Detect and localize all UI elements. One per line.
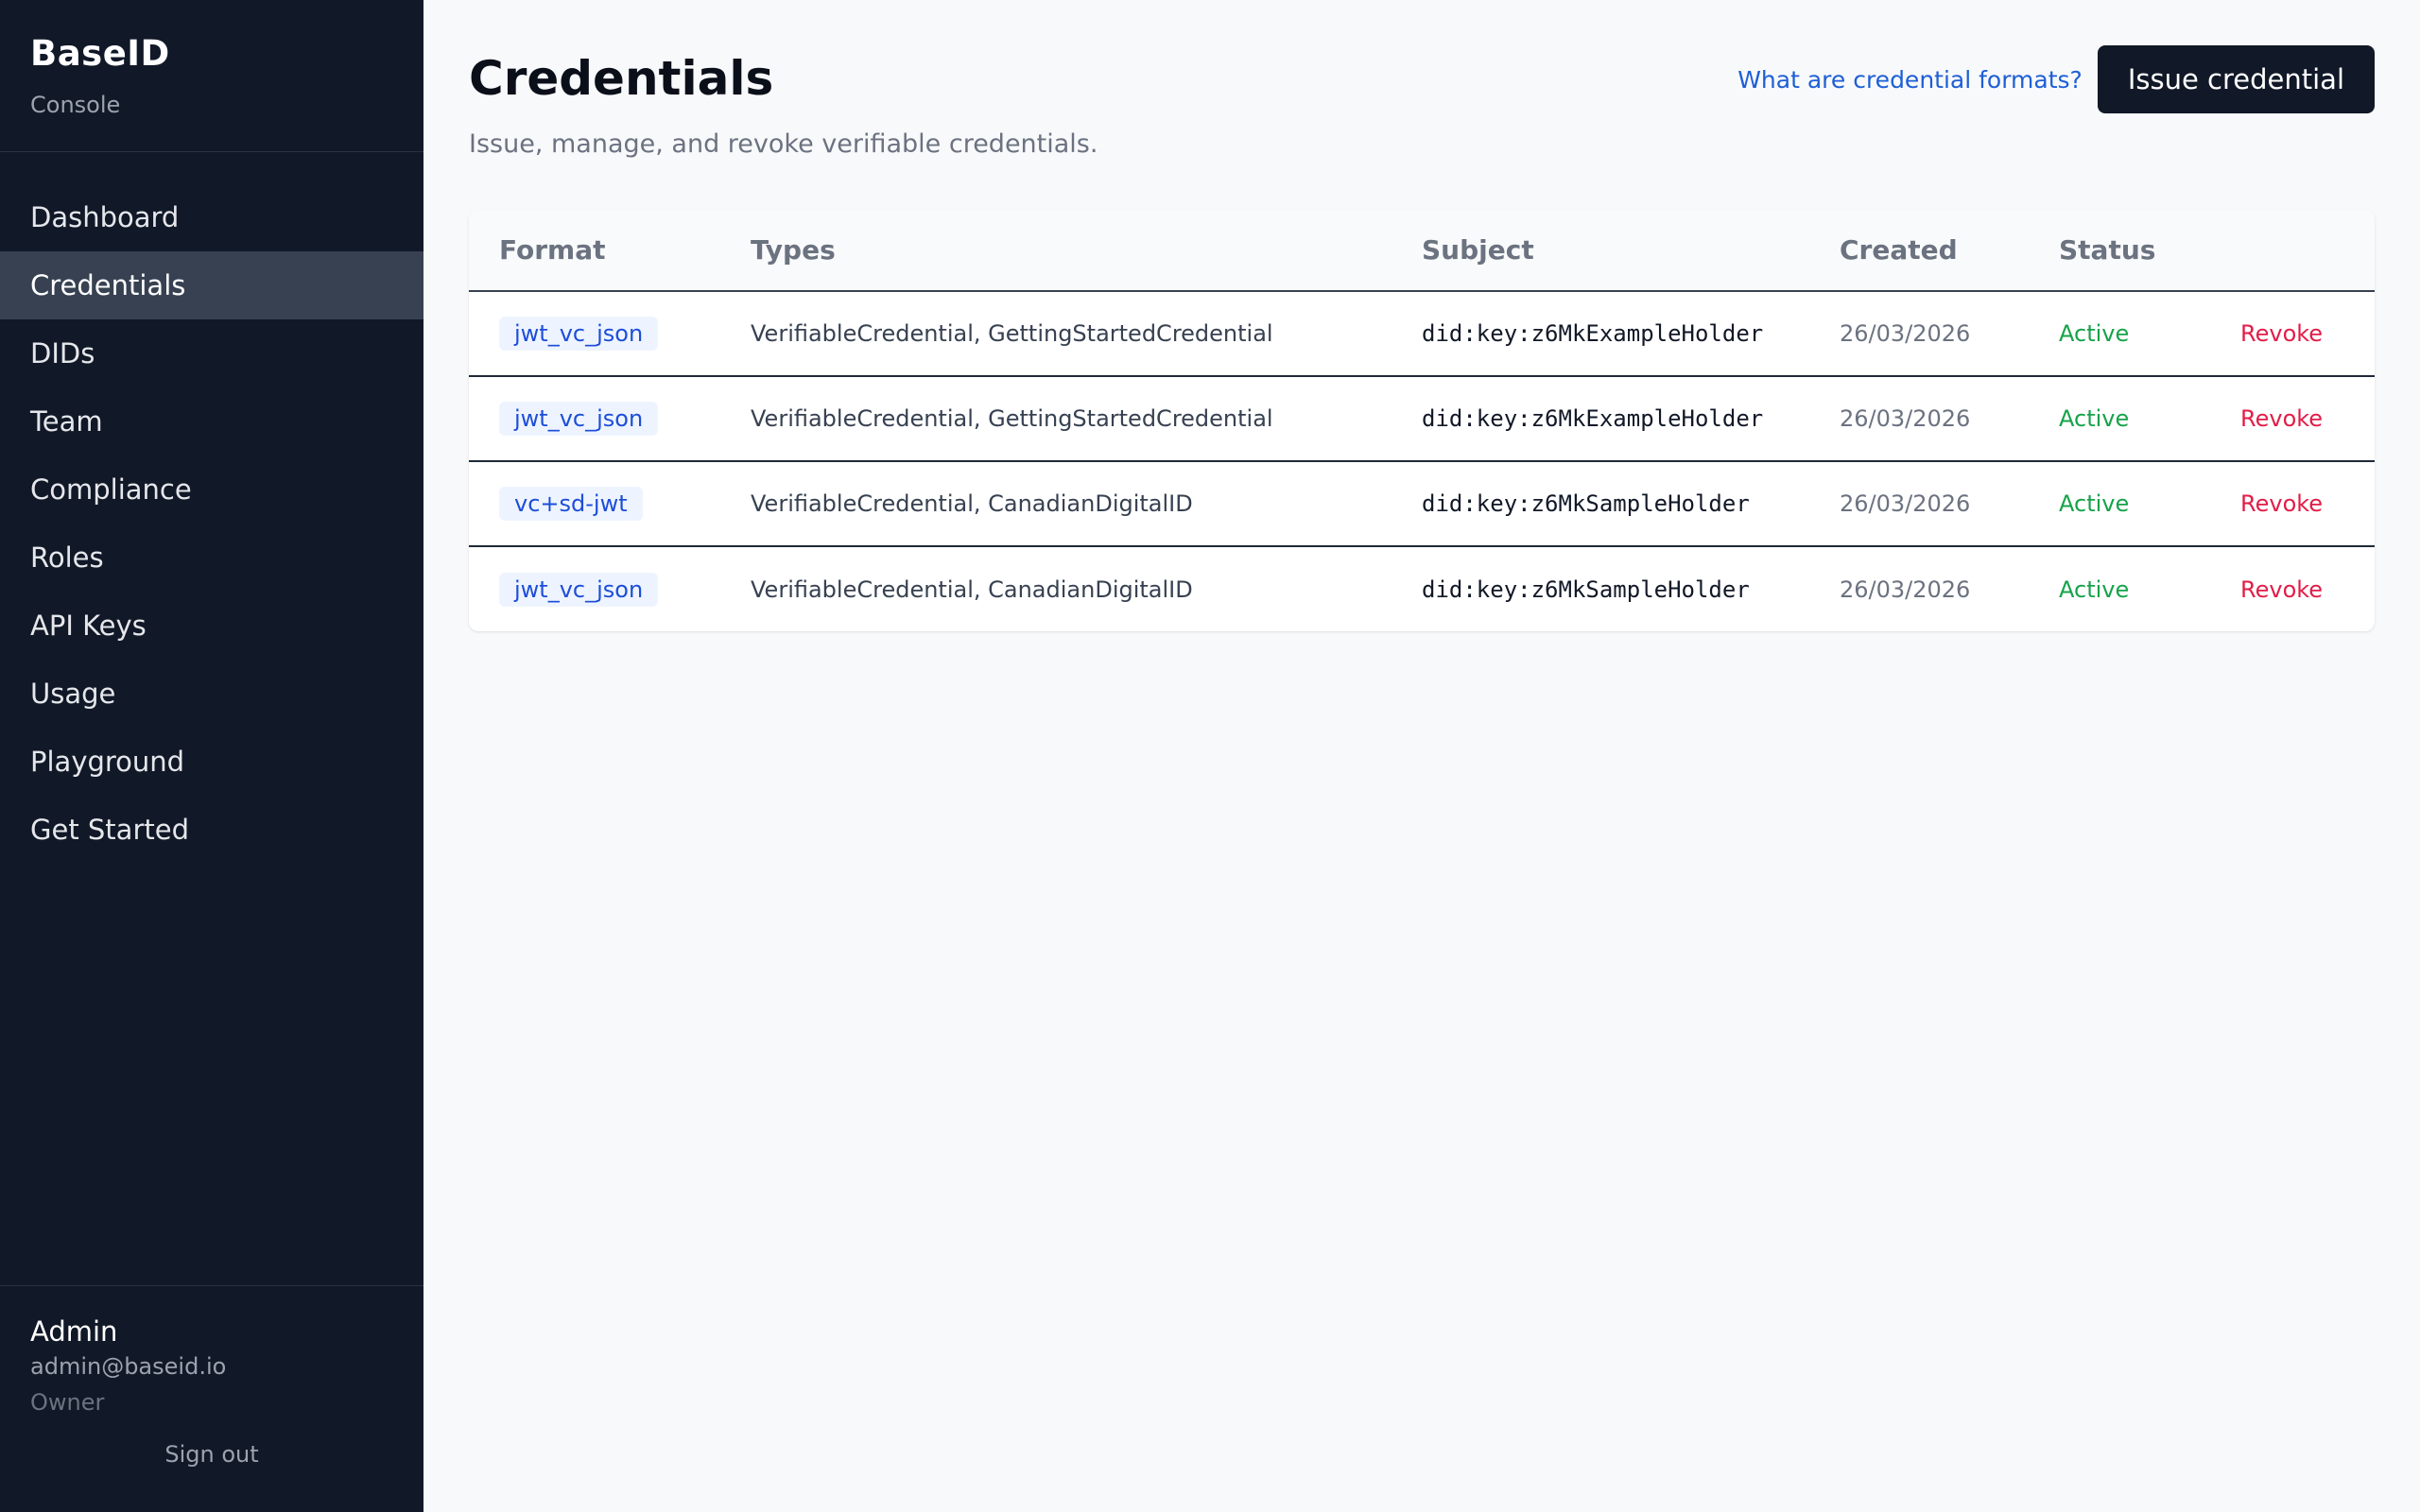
table-row: jwt_vc_json VerifiableCredential, Gettin…	[469, 376, 2375, 462]
brand-name: BaseID	[30, 33, 170, 74]
brand-subtitle: Console	[30, 92, 121, 118]
status-badge: Active	[2059, 576, 2130, 603]
revoke-button[interactable]: Revoke	[2240, 320, 2323, 347]
cell-subject: did:key:z6MkExampleHolder	[1392, 376, 1809, 462]
sidebar-item-credentials[interactable]: Credentials	[0, 251, 424, 319]
page-title: Credentials	[469, 51, 774, 106]
issue-credential-button[interactable]: Issue credential	[2097, 45, 2375, 113]
format-badge: jwt_vc_json	[499, 572, 659, 607]
credentials-table-card: Format Types Subject Created Status jwt_…	[469, 210, 2375, 631]
cell-actions: Revoke	[2210, 291, 2375, 377]
sidebar-item-roles[interactable]: Roles	[0, 524, 424, 592]
page-header: Credentials What are credential formats?…	[469, 45, 2375, 113]
cell-created: 26/03/2026	[1809, 291, 2029, 377]
column-header-subject: Subject	[1392, 210, 1809, 292]
cell-format: jwt_vc_json	[469, 546, 720, 631]
format-badge: jwt_vc_json	[499, 317, 659, 351]
column-header-format: Format	[469, 210, 720, 292]
cell-types: VerifiableCredential, CanadianDigitalID	[720, 461, 1392, 547]
cell-types: VerifiableCredential, GettingStartedCred…	[720, 291, 1392, 377]
cell-format: vc+sd-jwt	[469, 461, 720, 547]
app-root: BaseID Console Dashboard Credentials DID…	[0, 0, 2420, 1512]
column-header-status: Status	[2029, 210, 2210, 292]
user-block: Admin admin@baseid.io Owner Sign out	[0, 1285, 424, 1512]
page-subtitle: Issue, manage, and revoke verifiable cre…	[469, 129, 1098, 159]
sidebar-nav: Dashboard Credentials DIDs Team Complian…	[0, 183, 424, 864]
status-badge: Active	[2029, 376, 2210, 462]
user-role: Owner	[30, 1389, 105, 1416]
cell-subject: did:key:z6MkSampleHolder	[1422, 576, 1750, 603]
table-row: vc+sd-jwt VerifiableCredential, Canadian…	[469, 461, 2375, 547]
status-badge: Active	[2029, 291, 2210, 377]
column-header-created: Created	[1809, 210, 2029, 292]
sidebar-item-dids[interactable]: DIDs	[0, 319, 424, 387]
cell-created: 26/03/2026	[1809, 461, 2029, 547]
credential-formats-help-link[interactable]: What are credential formats?	[1737, 66, 2083, 94]
revoke-button[interactable]: Revoke	[2240, 405, 2323, 432]
cell-format: jwt_vc_json	[469, 376, 720, 462]
main-content: Credentials What are credential formats?…	[424, 0, 2420, 1512]
table-row: jwt_vc_json VerifiableCredential, Canadi…	[469, 546, 2375, 631]
cell-created: 26/03/2026	[1840, 576, 1971, 603]
column-header-types: Types	[720, 210, 1392, 292]
cell-created: 26/03/2026	[1809, 376, 2029, 462]
cell-subject: did:key:z6MkSampleHolder	[1392, 461, 1809, 547]
cell-actions: Revoke	[2210, 461, 2375, 547]
format-badge: jwt_vc_json	[499, 402, 659, 436]
table-header-row: Format Types Subject Created Status	[469, 210, 2375, 292]
user-name: Admin	[30, 1315, 118, 1348]
revoke-button[interactable]: Revoke	[2240, 576, 2323, 603]
header-actions: What are credential formats? Issue crede…	[1737, 45, 2375, 113]
sidebar-item-get-started[interactable]: Get Started	[0, 796, 424, 864]
cell-subject: did:key:z6MkExampleHolder	[1392, 291, 1809, 377]
cell-format: jwt_vc_json	[469, 291, 720, 377]
table-header: Format Types Subject Created Status	[469, 210, 2375, 292]
sidebar-item-compliance[interactable]: Compliance	[0, 455, 424, 524]
credentials-table: Format Types Subject Created Status jwt_…	[469, 210, 2375, 631]
sidebar: BaseID Console Dashboard Credentials DID…	[0, 0, 424, 1512]
format-badge: vc+sd-jwt	[499, 487, 643, 521]
brand-block: BaseID Console	[0, 0, 424, 152]
table-row: jwt_vc_json VerifiableCredential, Gettin…	[469, 291, 2375, 377]
sidebar-item-usage[interactable]: Usage	[0, 660, 424, 728]
cell-actions: Revoke	[2210, 376, 2375, 462]
cell-types: VerifiableCredential, GettingStartedCred…	[720, 376, 1392, 462]
status-badge: Active	[2029, 461, 2210, 547]
column-header-actions	[2210, 210, 2375, 292]
sidebar-item-api-keys[interactable]: API Keys	[0, 592, 424, 660]
sidebar-item-team[interactable]: Team	[0, 387, 424, 455]
sidebar-item-playground[interactable]: Playground	[0, 728, 424, 796]
sign-out-button[interactable]: Sign out	[30, 1441, 393, 1468]
table-body: jwt_vc_json VerifiableCredential, Gettin…	[469, 291, 2375, 631]
sidebar-item-dashboard[interactable]: Dashboard	[0, 183, 424, 251]
revoke-button[interactable]: Revoke	[2240, 490, 2323, 517]
cell-actions: Revoke	[2210, 546, 2375, 631]
user-email: admin@baseid.io	[30, 1353, 227, 1380]
cell-types: VerifiableCredential, CanadianDigitalID	[751, 576, 1193, 603]
